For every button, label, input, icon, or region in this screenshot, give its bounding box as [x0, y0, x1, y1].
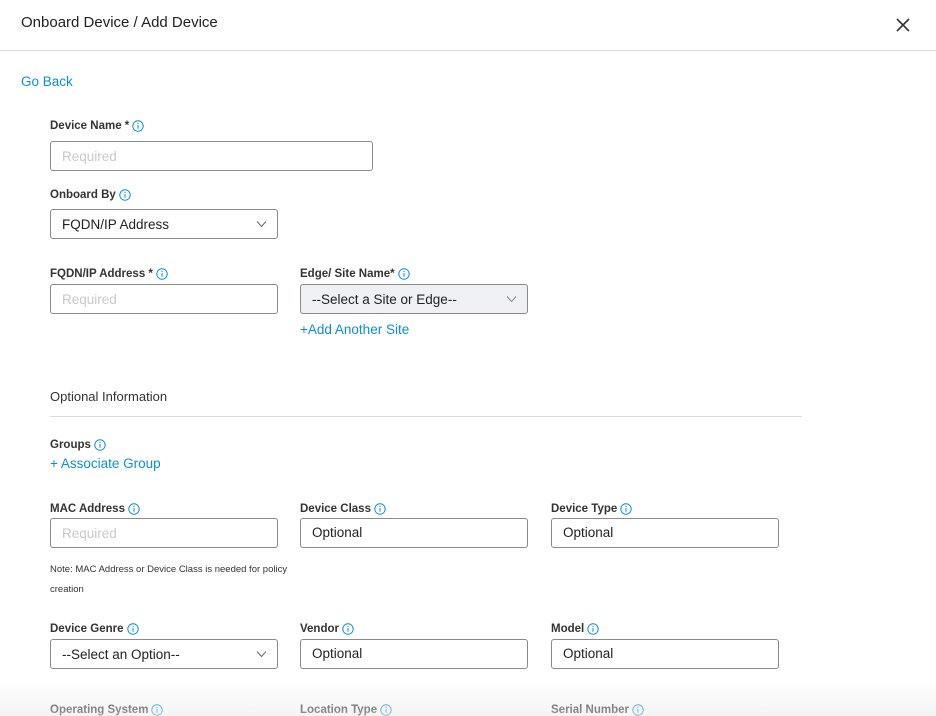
device-name-label-text: Device Name *: [50, 120, 130, 132]
device-genre-label: Device Genre: [50, 623, 139, 635]
device-class-label: Device Class: [300, 503, 386, 515]
chevron-down-icon: [256, 651, 267, 658]
info-icon[interactable]: [151, 704, 164, 716]
operating-system-label-text: Operating System: [50, 704, 149, 716]
chevron-down-icon: [256, 221, 267, 228]
device-name-label: Device Name *: [50, 120, 144, 132]
device-genre-label-text: Device Genre: [50, 623, 124, 635]
vendor-label: Vendor: [300, 623, 354, 635]
serial-number-label: Serial Number: [551, 704, 644, 716]
device-type-input[interactable]: Optional: [551, 518, 779, 548]
site-label-text: Edge/ Site Name*: [300, 268, 395, 280]
location-type-label-text: Location Type: [300, 704, 378, 716]
device-class-label-text: Device Class: [300, 503, 371, 515]
location-type-label: Location Type: [300, 704, 392, 716]
device-name-input[interactable]: [50, 141, 373, 171]
info-icon[interactable]: [380, 704, 392, 716]
chevron-down-icon: [506, 296, 517, 303]
model-label-text: Model: [551, 623, 585, 635]
onboard-by-select[interactable]: FQDN/IP Address: [50, 209, 278, 239]
device-genre-select[interactable]: --Select an Option--: [50, 639, 278, 669]
fqdn-label-text: FQDN/IP Address *: [50, 268, 153, 280]
info-icon[interactable]: [126, 623, 139, 635]
fqdn-input[interactable]: [50, 284, 278, 314]
add-another-site-link[interactable]: +Add Another Site: [300, 322, 409, 337]
dialog-header: Onboard Device / Add Device: [0, 0, 936, 51]
site-value: --Select a Site or Edge--: [312, 291, 457, 307]
info-icon[interactable]: [587, 623, 599, 635]
mac-address-label: MAC Address: [50, 503, 140, 515]
onboard-by-value: FQDN/IP Address: [62, 216, 170, 232]
info-icon[interactable]: [620, 503, 632, 515]
info-icon[interactable]: [94, 439, 106, 451]
section-divider: [50, 416, 802, 417]
info-icon[interactable]: [132, 120, 144, 132]
operating-system-label: Operating System: [50, 704, 164, 716]
vendor-input[interactable]: Optional: [300, 639, 528, 669]
serial-number-label-text: Serial Number: [551, 704, 629, 716]
fqdn-label: FQDN/IP Address *: [50, 268, 168, 280]
device-class-input[interactable]: Optional: [300, 518, 528, 548]
onboard-by-label-text: Onboard By: [50, 189, 116, 201]
mac-address-input[interactable]: [50, 518, 278, 548]
info-icon[interactable]: [119, 189, 131, 201]
onboard-by-label: Onboard By: [50, 189, 131, 201]
associate-group-link[interactable]: + Associate Group: [50, 456, 161, 471]
groups-label-text: Groups: [50, 439, 91, 451]
info-icon[interactable]: [374, 503, 386, 515]
mac-class-note: Note: MAC Address or Device Class is nee…: [50, 564, 288, 595]
optional-information-heading: Optional Information: [50, 389, 168, 404]
device-genre-value: --Select an Option--: [62, 646, 180, 662]
close-icon[interactable]: [894, 16, 912, 34]
mac-address-label-text: MAC Address: [50, 503, 125, 515]
site-select[interactable]: --Select a Site or Edge--: [300, 284, 528, 314]
groups-label: Groups: [50, 439, 106, 451]
model-label: Model: [551, 623, 599, 635]
vendor-label-text: Vendor: [300, 623, 339, 635]
device-type-label: Device Type: [551, 503, 632, 515]
device-type-label-text: Device Type: [551, 503, 618, 515]
dialog-title: Onboard Device / Add Device: [21, 14, 218, 31]
site-label: Edge/ Site Name*: [300, 268, 410, 280]
info-icon[interactable]: [156, 268, 168, 280]
info-icon[interactable]: [128, 503, 140, 515]
model-input[interactable]: Optional: [551, 639, 779, 669]
go-back-link[interactable]: Go Back: [21, 74, 73, 89]
info-icon[interactable]: [632, 704, 644, 716]
info-icon[interactable]: [342, 623, 354, 635]
info-icon[interactable]: [397, 268, 410, 280]
